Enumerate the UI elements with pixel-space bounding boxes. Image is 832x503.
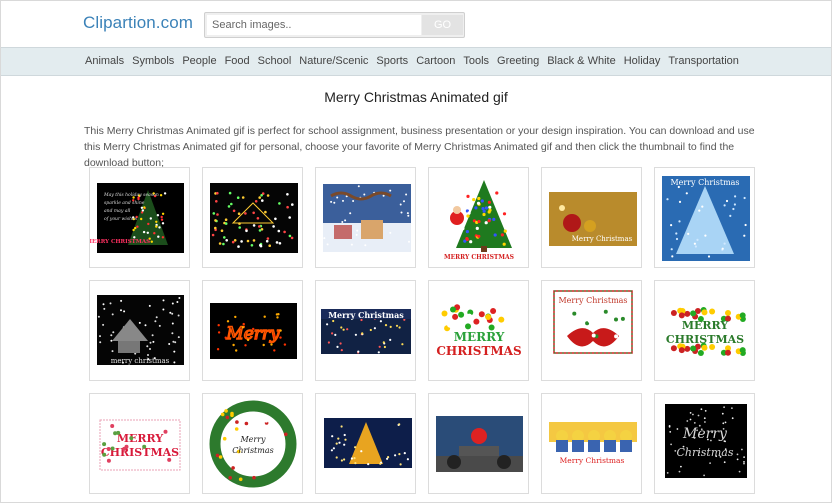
thumb-snowy-village[interactable]: merry christmas [89,280,190,381]
svg-text:Merry Christmas: Merry Christmas [572,235,633,243]
thumbnail-image: Merry Christmas [665,404,747,478]
thumb-blue-tree[interactable]: Merry Christmas [654,167,755,268]
search-input[interactable] [207,15,421,35]
thumb-minions-reindeer[interactable]: Merry Christmas [541,393,642,494]
svg-text:Merry Christmas: Merry Christmas [558,296,627,305]
thumbnail-image: MERRYCHRISTMAS [666,307,746,356]
thumb-wreath[interactable]: Merry Christmas [202,393,303,494]
svg-text:MERRY: MERRY [682,319,729,332]
search-box: GO [204,12,465,38]
nav-link-holiday[interactable]: Holiday [620,48,665,75]
thumb-garland-text[interactable]: MERRY CHRISTMAS [654,280,755,381]
svg-text:Merry: Merry [682,426,728,442]
svg-text:CHRISTMAS: CHRISTMAS [436,344,521,358]
svg-text:Christmas: Christmas [232,446,273,455]
search-go-button[interactable]: GO [422,15,463,35]
thumb-lit-house-night[interactable] [202,167,303,268]
thumbnail-image: Merry Christmas [662,176,750,261]
nav-link-transportation[interactable]: Transportation [664,48,743,75]
thumb-night-scene-banner[interactable]: Merry Christmas [315,280,416,381]
svg-text:Merry Christmas: Merry Christmas [328,310,404,320]
page-title: Merry Christmas Animated gif [324,89,508,105]
page-frame: Clipartion.com GO AnimalsSymbolsPeopleFo… [0,0,832,503]
site-logo[interactable]: Clipartion.com [83,13,193,33]
thumb-santa-motorcycle[interactable] [428,393,529,494]
thumbnail-image: Merry Christmas [553,290,633,354]
thumb-santa-christmas-tree[interactable]: MERRY CHRISTMAS [428,167,529,268]
svg-text:Christmas: Christmas [677,446,734,459]
page-description: This Merry Christmas Animated gif is per… [84,125,755,169]
nav-link-school[interactable]: School [254,48,296,75]
thumbnail-image [210,183,298,253]
nav-link-animals[interactable]: Animals [81,48,128,75]
thumbnail-image [323,184,411,252]
svg-text:sparkle and shine: sparkle and shine [104,200,145,206]
thumbnail-image: merry christmas [97,295,184,365]
nav-link-symbols[interactable]: Symbols [128,48,178,75]
svg-text:MERRY: MERRY [117,432,164,445]
svg-text:of your wishes: of your wishes [104,216,138,222]
thumb-sparkle-script[interactable]: Merry Christmas [654,393,755,494]
nav-link-greeting[interactable]: Greeting [493,48,543,75]
thumbnail-image: Merry Christmas [321,309,411,354]
svg-text:MERRY CHRISTMAS: MERRY CHRISTMAS [90,239,150,245]
thumb-floral-text[interactable]: MERRY CHRISTMAS [89,393,190,494]
thumb-neon-lights-text[interactable]: Merry [202,280,303,381]
thumb-ornament-wreath-text[interactable]: MERRY CHRISTMAS [428,280,529,381]
nav-link-nature-scenic[interactable]: Nature/Scenic [295,48,372,75]
thumbnail-image: MERRYCHRISTMAS [436,304,522,358]
svg-text:MERRY CHRISTMAS: MERRY CHRISTMAS [444,254,514,261]
thumbnail-image: Merry Christmas [209,400,297,488]
thumb-santa-sleigh-snow-village[interactable] [315,167,416,268]
thumbnail-image: Merry [210,303,297,359]
thumbnail-image: Merry Christmas [549,422,637,467]
svg-text:and may all: and may all [104,208,131,214]
nav-link-cartoon[interactable]: Cartoon [412,48,459,75]
thumb-bow-frame[interactable]: Merry Christmas [541,280,642,381]
svg-text:Merry: Merry [239,435,266,444]
thumb-golden-tree-night[interactable] [315,393,416,494]
svg-text:Merry: Merry [225,324,280,344]
thumbnail-image: MERRY CHRISTMAS [444,180,514,261]
svg-text:Merry Christmas: Merry Christmas [560,456,625,465]
thumbnail-image: Merry Christmas [549,192,637,246]
nav-link-black-white[interactable]: Black & White [543,48,619,75]
thumb-christmas-tree-poem[interactable]: May this holiday season sparkle and shine… [89,167,190,268]
thumbnail-image: May this holiday season sparkle and shine… [90,183,184,253]
thumb-gold-ornaments[interactable]: Merry Christmas [541,167,642,268]
nav-link-tools[interactable]: Tools [459,48,493,75]
nav-link-people[interactable]: People [178,48,220,75]
category-nav: Animals Symbols People Food School Nature/Sce… [1,47,831,76]
thumbnail-image [324,418,412,468]
thumbnail-image [436,416,523,472]
nav-link-sports[interactable]: Sports [372,48,412,75]
svg-text:May this holiday season: May this holiday season [103,192,159,198]
svg-text:merry christmas: merry christmas [111,357,170,365]
thumbnail-image: MERRYCHRISTMAS [99,419,181,471]
svg-text:Merry Christmas: Merry Christmas [670,178,739,187]
site-header: Clipartion.com GO [1,1,831,47]
svg-text:MERRY: MERRY [454,330,505,344]
nav-link-food[interactable]: Food [221,48,254,75]
